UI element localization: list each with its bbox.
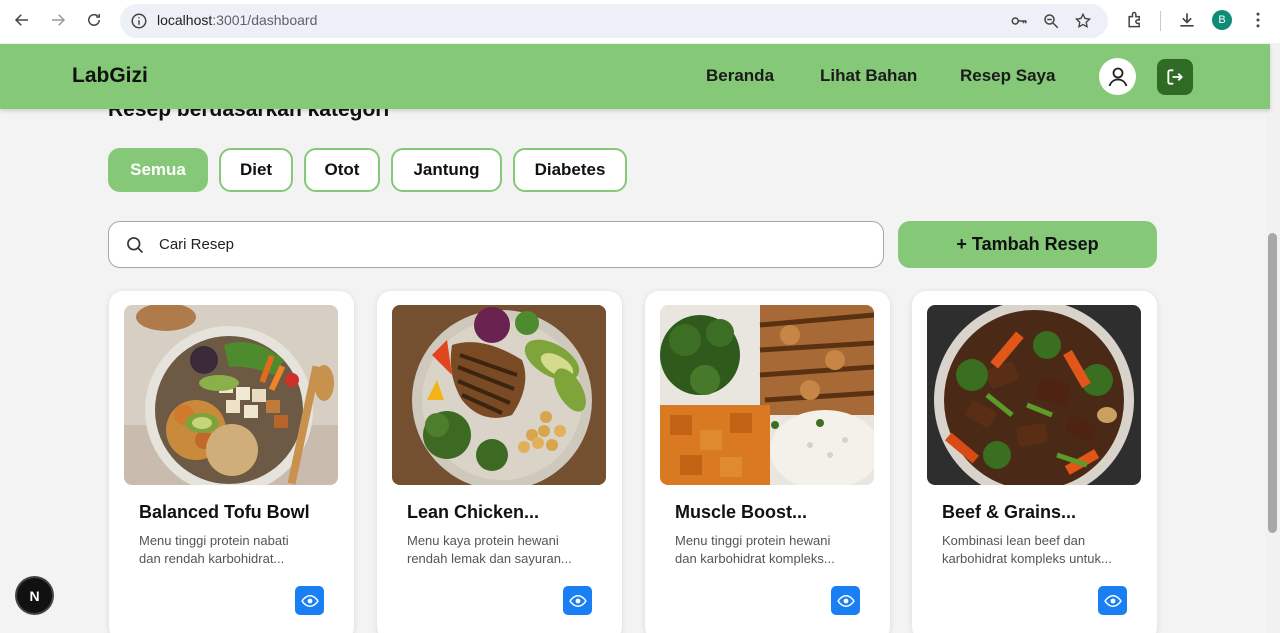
nav-beranda[interactable]: Beranda bbox=[706, 66, 774, 86]
address-bar[interactable]: localhost:3001/dashboard bbox=[120, 4, 1108, 38]
eye-icon bbox=[1103, 594, 1122, 607]
forward-icon[interactable] bbox=[46, 8, 70, 32]
recipe-description: Menu tinggi protein nabati dan rendah ka… bbox=[139, 533, 289, 566]
toolbar-divider bbox=[1160, 11, 1161, 31]
browser-toolbar: localhost:3001/dashboard B bbox=[0, 0, 1280, 43]
category-chip-diabetes[interactable]: Diabetes bbox=[513, 148, 627, 192]
recipe-title: Muscle Boost... bbox=[675, 502, 808, 522]
recipe-card[interactable]: Beef & Grains... Kombinasi lean beef dan… bbox=[912, 291, 1157, 633]
recipe-image bbox=[660, 305, 874, 485]
category-chip-otot[interactable]: Otot bbox=[304, 148, 380, 192]
recipe-title: Lean Chicken... bbox=[407, 502, 540, 522]
site-info-icon[interactable] bbox=[130, 12, 148, 30]
recipe-title: Beef & Grains... bbox=[942, 502, 1077, 522]
eye-icon bbox=[300, 594, 319, 607]
eye-icon bbox=[836, 594, 855, 607]
extensions-icon[interactable] bbox=[1125, 10, 1145, 30]
recipe-description: Kombinasi lean beef dan karbohidrat komp… bbox=[942, 533, 1112, 566]
search-icon bbox=[127, 237, 144, 254]
view-recipe-button[interactable] bbox=[831, 586, 860, 615]
download-icon[interactable] bbox=[1177, 10, 1197, 30]
reload-icon[interactable] bbox=[82, 8, 106, 32]
user-icon bbox=[1108, 67, 1127, 86]
password-key-icon[interactable] bbox=[1010, 12, 1028, 30]
recipe-card[interactable]: Lean Chicken... Menu kaya protein hewani… bbox=[377, 291, 622, 633]
category-chip-diet[interactable]: Diet bbox=[219, 148, 293, 192]
zoom-icon[interactable] bbox=[1042, 12, 1060, 30]
brand-logo[interactable]: LabGizi bbox=[72, 64, 148, 88]
nav-resep-saya[interactable]: Resep Saya bbox=[960, 66, 1055, 86]
recipe-image bbox=[392, 305, 606, 485]
category-chip-semua[interactable]: Semua bbox=[108, 148, 208, 192]
search-input[interactable]: Cari Resep bbox=[108, 221, 884, 268]
view-recipe-button[interactable] bbox=[295, 586, 324, 615]
scrollbar-thumb[interactable] bbox=[1268, 233, 1277, 533]
url-text: localhost:3001/dashboard bbox=[157, 12, 318, 28]
dev-tools-badge[interactable]: N bbox=[17, 578, 52, 613]
recipe-card[interactable]: Balanced Tofu Bowl Menu tinggi protein n… bbox=[109, 291, 354, 633]
logout-icon bbox=[1167, 69, 1183, 85]
nav-lihat-bahan[interactable]: Lihat Bahan bbox=[820, 66, 917, 86]
app-header: LabGizi Beranda Lihat Bahan Resep Saya bbox=[0, 44, 1270, 109]
search-placeholder: Cari Resep bbox=[159, 236, 235, 253]
user-profile-button[interactable] bbox=[1099, 58, 1136, 95]
view-recipe-button[interactable] bbox=[1098, 586, 1127, 615]
logout-button[interactable] bbox=[1157, 59, 1193, 95]
recipe-description: Menu kaya protein hewani rendah lemak da… bbox=[407, 533, 572, 566]
view-recipe-button[interactable] bbox=[563, 586, 592, 615]
recipe-description: Menu tinggi protein hewani dan karbohidr… bbox=[675, 533, 835, 566]
add-recipe-button[interactable]: + Tambah Resep bbox=[898, 221, 1157, 268]
eye-icon bbox=[568, 594, 587, 607]
back-icon[interactable] bbox=[10, 8, 34, 32]
recipe-image bbox=[124, 305, 338, 485]
recipe-card[interactable]: Muscle Boost... Menu tinggi protein hewa… bbox=[645, 291, 890, 633]
recipe-image bbox=[927, 305, 1141, 485]
recipe-title: Balanced Tofu Bowl bbox=[139, 502, 310, 522]
profile-avatar[interactable]: B bbox=[1212, 10, 1232, 30]
category-chip-jantung[interactable]: Jantung bbox=[391, 148, 502, 192]
menu-dots-icon[interactable] bbox=[1248, 10, 1268, 30]
page-scrollbar[interactable] bbox=[1266, 43, 1280, 633]
bookmark-star-icon[interactable] bbox=[1074, 12, 1092, 30]
